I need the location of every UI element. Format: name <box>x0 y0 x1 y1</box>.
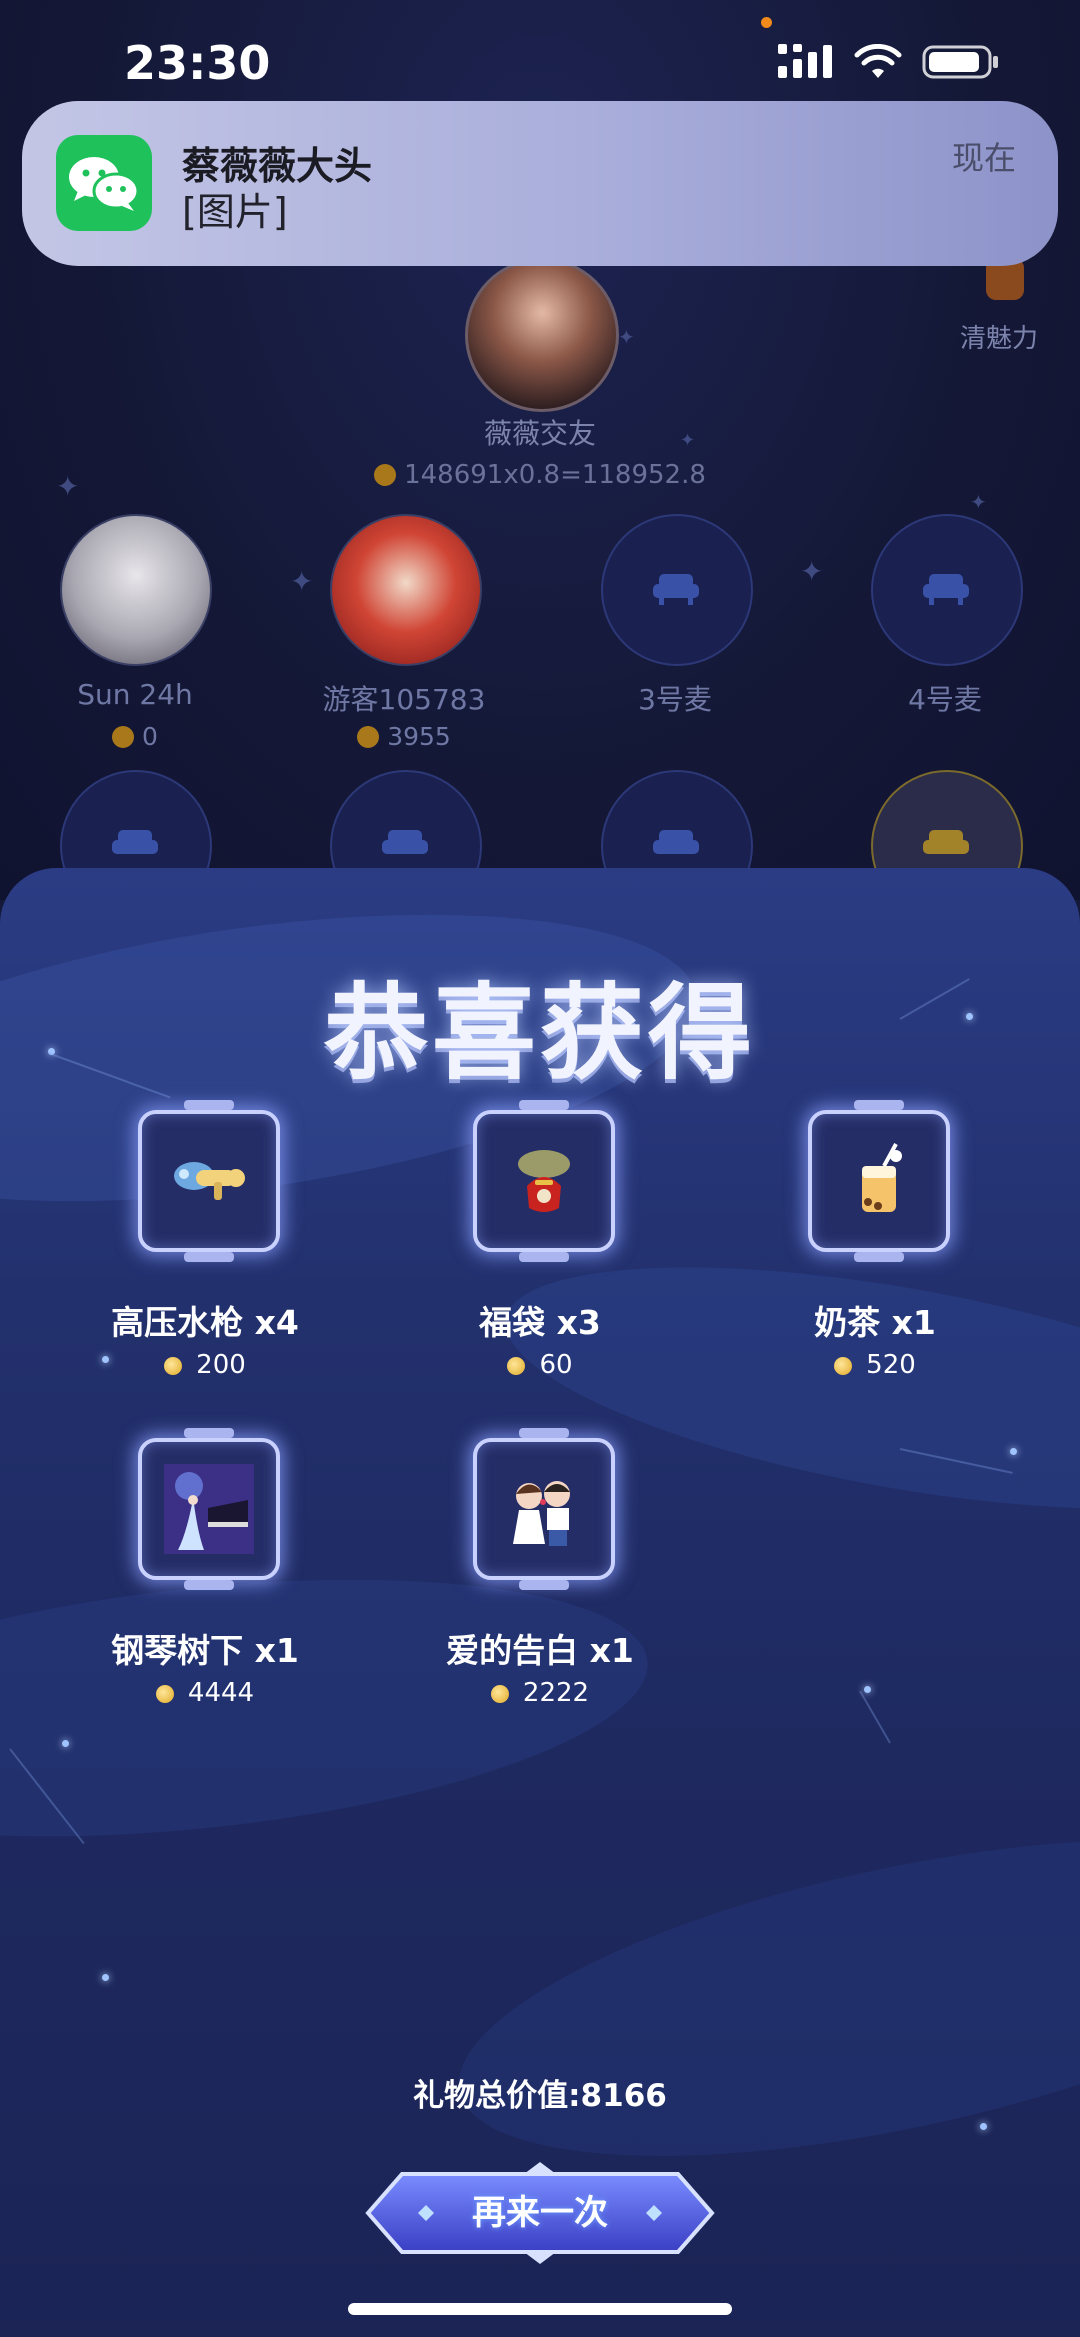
coin-icon <box>490 1685 509 1703</box>
gift-name: 爱的告白 x1 <box>446 1631 634 1670</box>
wechat-icon <box>56 135 152 231</box>
gift-name: 奶茶 x1 <box>814 1303 936 1342</box>
piano-icon <box>164 1464 254 1554</box>
coin-icon <box>834 1357 853 1375</box>
home-indicator[interactable] <box>348 2303 732 2315</box>
gift-item[interactable]: 钢琴树下 x1 4444 <box>40 1428 370 1728</box>
wechat-notification[interactable]: 蔡薇薇大头 [图片] 现在 <box>22 101 1058 266</box>
constellation-line <box>859 1690 891 1744</box>
seat-empty-3[interactable] <box>601 514 753 666</box>
gift-name: 福袋 x3 <box>479 1303 601 1342</box>
gift-price-value: 60 <box>539 1350 573 1380</box>
star-dot <box>102 1974 109 1981</box>
lucky-bag-icon <box>518 1150 570 1212</box>
gift-price-value: 200 <box>196 1350 246 1380</box>
gift-price-value: 2222 <box>522 1678 590 1708</box>
seat-name: 3号麦 <box>638 683 712 716</box>
milk-tea-icon <box>862 1143 902 1212</box>
star-dot <box>864 1686 871 1693</box>
coin-icon <box>374 464 397 486</box>
sofa-icon <box>112 830 158 854</box>
gift-name: 钢琴树下 x1 <box>111 1631 299 1670</box>
gift-frame <box>138 1428 280 1590</box>
gift-frame <box>138 1100 280 1262</box>
seat-coins-value: 3955 <box>387 722 451 751</box>
gift-price: 4444 <box>40 1678 370 1708</box>
coin-icon <box>357 726 380 748</box>
star-dot <box>980 2123 987 2130</box>
battery-icon <box>922 45 998 79</box>
seat-coins: 0 <box>15 722 255 751</box>
gift-frame <box>473 1100 615 1262</box>
coin-icon <box>155 1685 174 1703</box>
gift-price-value: 520 <box>866 1350 916 1380</box>
gift-frame <box>808 1100 950 1262</box>
star-dot <box>62 1740 69 1747</box>
notification-message: [图片] <box>182 190 288 234</box>
seat-coins: 3955 <box>284 722 524 751</box>
gold-sofa-icon <box>923 830 969 854</box>
notification-time: 现在 <box>951 139 1016 177</box>
gift-price: 2222 <box>375 1678 705 1708</box>
sofa-icon <box>653 574 699 605</box>
coin-icon <box>112 726 135 748</box>
seat-avatar-2[interactable] <box>330 514 482 666</box>
host-score: 148691x0.8=118952.8 <box>0 460 1080 490</box>
status-time: 23:30 <box>124 36 271 90</box>
seat-name: 4号麦 <box>908 683 982 716</box>
wifi-icon <box>854 44 902 78</box>
total-gift-value: 礼物总价值:8166 <box>413 2078 667 2114</box>
sparkle-icon: ✦ <box>290 565 314 598</box>
gift-price: 200 <box>40 1350 370 1380</box>
gift-item[interactable]: 高压水枪 x4 200 <box>40 1100 370 1400</box>
status-icons <box>778 44 1000 80</box>
sparkle-icon: ✦ <box>970 490 987 514</box>
cellular-signal-icon <box>778 44 832 78</box>
gift-name: 高压水枪 x4 <box>111 1303 299 1342</box>
reward-modal: 恭喜获得 高压水枪 x4 200 福袋 x3 60 奶茶 x1 520 钢琴树下… <box>0 868 1080 2337</box>
privacy-indicator-dot <box>761 17 772 28</box>
play-again-label: 再来一次 <box>472 2193 608 2233</box>
gift-price: 60 <box>375 1350 705 1380</box>
gift-price: 520 <box>710 1350 1040 1380</box>
star-dot <box>1010 1448 1017 1455</box>
sofa-icon <box>382 830 428 854</box>
modal-title: 恭喜获得 <box>323 972 756 1094</box>
host-score-value: 148691x0.8=118952.8 <box>404 460 706 490</box>
seat-empty-4[interactable] <box>871 514 1023 666</box>
water-gun-icon <box>174 1162 245 1200</box>
seat-avatar-1[interactable] <box>60 514 212 666</box>
charm-label[interactable]: 清魅力 <box>960 318 1038 355</box>
coin-icon <box>164 1357 183 1375</box>
coin-icon <box>507 1357 526 1375</box>
sofa-icon <box>653 830 699 854</box>
seat-name: Sun 24h <box>77 678 193 711</box>
couple-kiss-icon <box>513 1481 570 1546</box>
host-avatar[interactable] <box>465 258 619 412</box>
play-again-button[interactable]: 再来一次 <box>360 2160 720 2266</box>
seat-name: 游客105783 <box>322 683 486 716</box>
sofa-icon <box>923 574 969 605</box>
host-name: 薇薇交友 <box>483 417 596 450</box>
gift-item[interactable]: 奶茶 x1 520 <box>710 1100 1040 1400</box>
gift-frame <box>473 1428 615 1590</box>
gift-item[interactable]: 爱的告白 x1 2222 <box>375 1428 705 1728</box>
sparkle-icon: ✦ <box>618 325 635 349</box>
seat-coins-value: 0 <box>142 722 158 751</box>
nebula-wave <box>432 1777 1080 2219</box>
sparkle-icon: ✦ <box>800 555 824 588</box>
gift-item[interactable]: 福袋 x3 60 <box>375 1100 705 1400</box>
gift-price-value: 4444 <box>187 1678 255 1708</box>
